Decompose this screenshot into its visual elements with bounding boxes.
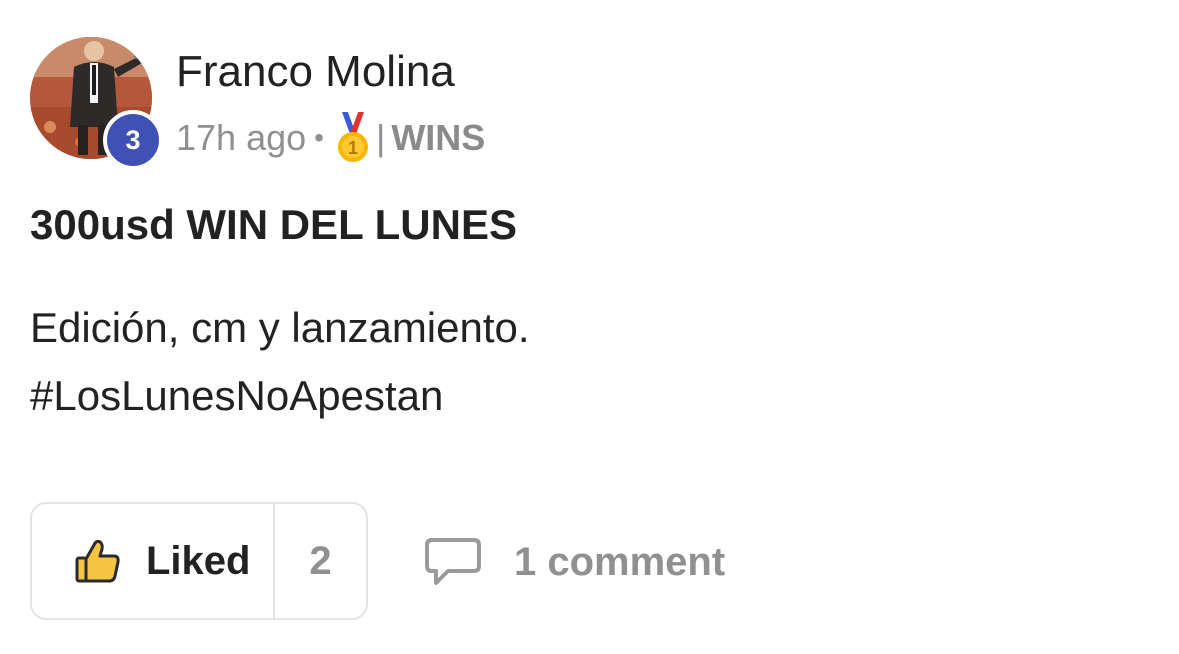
speech-bubble-icon	[425, 538, 481, 585]
like-button[interactable]: Liked	[32, 504, 275, 618]
post-body: Edición, cm y lanzamiento. #LosLunesNoAp…	[30, 294, 530, 430]
separator-dot: •	[314, 122, 324, 153]
comment-button[interactable]: 1 comment	[424, 530, 725, 594]
post-time[interactable]: 17h ago	[176, 117, 306, 159]
thumbs-up-icon	[75, 539, 120, 583]
like-group: Liked 2	[30, 502, 368, 620]
post-body-line: Edición, cm y lanzamiento.	[30, 304, 530, 351]
post-category[interactable]: WINS	[391, 117, 485, 159]
like-count[interactable]: 2	[275, 504, 366, 618]
level-badge: 3	[103, 110, 163, 170]
post-body-hashtag[interactable]: #LosLunesNoApestan	[30, 362, 530, 430]
first-place-medal-icon: 1	[337, 112, 368, 162]
post-card: 3 Franco Molina 17h ago • 1 | WINS 300us…	[0, 0, 1179, 654]
like-label: Liked	[146, 538, 251, 583]
post-title: 300usd WIN DEL LUNES	[30, 201, 517, 248]
author-name[interactable]: Franco Molina	[176, 44, 455, 100]
post-meta: 17h ago • 1 | WINS	[176, 110, 485, 166]
comment-count-label: 1 comment	[514, 539, 726, 584]
svg-text:1: 1	[348, 138, 358, 158]
meta-divider: |	[375, 117, 386, 158]
